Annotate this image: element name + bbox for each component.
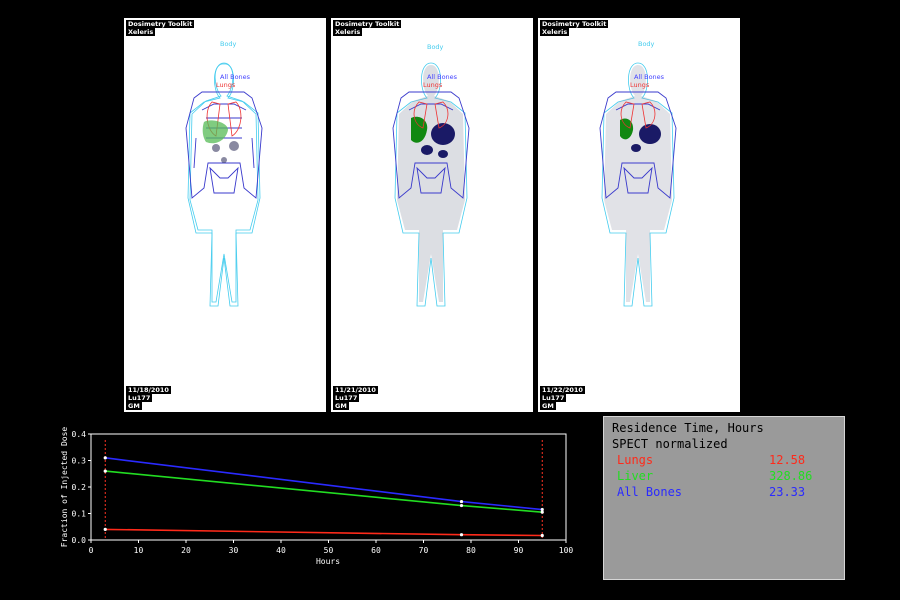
operator-initials: GM <box>126 402 142 410</box>
data-point <box>103 456 107 460</box>
residence-subtitle: SPECT normalized <box>612 437 728 451</box>
result-value: 12.58 <box>769 453 806 467</box>
scan-date: 11/21/2010 <box>333 386 378 394</box>
scan-panel-1[interactable]: Dosimetry Toolkit Xeleris Body All Bones… <box>124 18 326 412</box>
app-title: Dosimetry Toolkit <box>540 20 609 28</box>
data-point <box>459 503 464 508</box>
roi-label-all-bones: All Bones <box>634 73 665 81</box>
app-title: Dosimetry Toolkit <box>126 20 195 28</box>
x-tick-label: 40 <box>276 546 286 555</box>
scan-date: 11/18/2010 <box>126 386 171 394</box>
x-tick-label: 100 <box>559 546 574 555</box>
roi-label-lungs: Lungs <box>630 81 650 89</box>
residence-time-panel: Residence Time, Hours SPECT normalized L… <box>603 416 845 580</box>
data-point <box>459 499 464 504</box>
data-point <box>459 533 464 537</box>
roi-label-all-bones: All Bones <box>220 73 251 81</box>
app-title: Dosimetry Toolkit <box>333 20 402 28</box>
x-tick-label: 70 <box>419 546 429 555</box>
scan-panel-2[interactable]: Dosimetry Toolkit Xeleris Body All Bones… <box>331 18 533 412</box>
data-point <box>540 510 544 514</box>
x-axis-label: Hours <box>316 557 340 566</box>
data-point <box>103 469 107 473</box>
vendor-label: Xeleris <box>540 28 570 36</box>
result-name: All Bones <box>617 485 683 499</box>
roi-label-body: Body <box>220 40 237 48</box>
scan-panel-3[interactable]: Dosimetry Toolkit Xeleris Body All Bones… <box>538 18 740 412</box>
roi-label-lungs: Lungs <box>423 81 443 89</box>
result-value: 23.33 <box>769 485 806 499</box>
operator-initials: GM <box>540 402 556 410</box>
data-point <box>103 527 107 531</box>
roi-label-lungs: Lungs <box>216 81 236 89</box>
data-point <box>540 533 544 538</box>
y-tick-label: 0.2 <box>72 483 87 492</box>
residence-title: Residence Time, Hours <box>612 421 764 435</box>
operator-initials: GM <box>333 402 349 410</box>
plot-area <box>90 433 567 541</box>
isotope-label: Lu177 <box>126 394 153 402</box>
result-name: Lungs <box>617 453 654 467</box>
result-name: Liver <box>617 469 654 483</box>
x-tick-label: 60 <box>371 546 381 555</box>
x-tick-label: 90 <box>514 546 524 555</box>
isotope-label: Lu177 <box>333 394 360 402</box>
roi-label-body: Body <box>638 40 655 48</box>
vendor-label: Xeleris <box>126 28 156 36</box>
x-tick-label: 50 <box>324 546 334 555</box>
result-value: 328.86 <box>769 469 813 483</box>
roi-label-body: Body <box>427 43 444 51</box>
y-axis-label: Fraction of Injected Dose <box>60 427 69 548</box>
isotope-label: Lu177 <box>540 394 567 402</box>
x-tick-label: 30 <box>229 546 239 555</box>
time-activity-chart[interactable]: 0.0 0.1 0.2 0.3 0.4 0 10 20 30 40 50 60 70 80 90 100 F… <box>58 425 578 597</box>
x-tick-label: 0 <box>89 546 94 555</box>
y-tick-label: 0.0 <box>72 536 87 545</box>
x-tick-label: 10 <box>134 546 144 555</box>
x-tick-label: 80 <box>466 546 476 555</box>
y-tick-label: 0.1 <box>72 510 87 519</box>
x-tick-label: 20 <box>181 546 191 555</box>
vendor-label: Xeleris <box>333 28 363 36</box>
scan-date: 11/22/2010 <box>540 386 585 394</box>
roi-label-all-bones: All Bones <box>427 73 458 81</box>
y-tick-label: 0.3 <box>72 457 87 466</box>
y-tick-label: 0.4 <box>72 430 87 439</box>
